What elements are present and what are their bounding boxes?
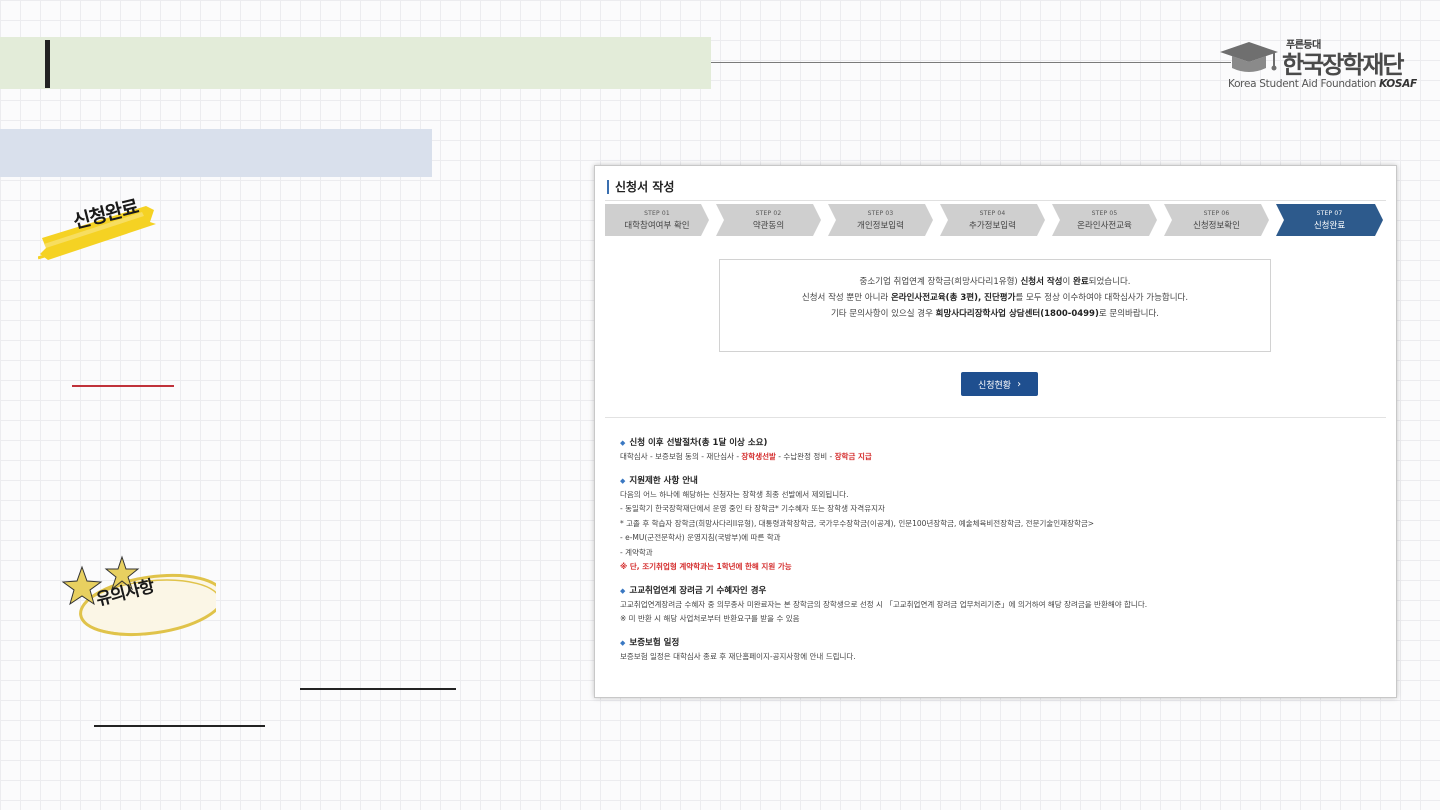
step-5: STEP 05 온라인사전교육: [1052, 204, 1157, 236]
section-line: - 계약학과: [620, 547, 653, 557]
application-status-button[interactable]: 신청현황 ›: [961, 372, 1038, 396]
notice-text: 중소기업 취업연계 장학금(희망사다리1유형): [859, 277, 1021, 287]
section-line: 고교취업연계장려금 수혜자 중 의무종사 미완료자는 본 장학금의 장학생으로 …: [620, 599, 1148, 609]
step-label: 신청완료: [1313, 220, 1346, 231]
step-1: STEP 01 대학참여여부 확인: [605, 204, 709, 236]
text-underline-1: [300, 688, 456, 690]
step-number: STEP 02: [755, 209, 782, 217]
text-underline-2: [94, 725, 265, 727]
step-label: 추가정보입력: [969, 220, 1016, 231]
section-line: 보증보험 일정은 대학심사 종료 후 재단홈페이지-공지사항에 안내 드립니다.: [620, 651, 856, 661]
heading-text: 고교취업연계 장려금 기 수혜자인 경우: [629, 585, 767, 596]
notice-text: 를 모두 정상 이수하여야 대학심사가 가능합니다.: [1015, 293, 1189, 303]
notice-text: 기타 문의사항이 있으실 경우: [830, 309, 936, 319]
slide-title-band: [0, 37, 711, 89]
step-3: STEP 03 개인정보입력: [828, 204, 933, 236]
notice-line-3: 기타 문의사항이 있으실 경우 희망사다리장학사업 상담센터(1800-0499…: [720, 306, 1270, 322]
diamond-bullet-icon: ◆: [620, 476, 626, 485]
page-title: 신청서 작성: [607, 180, 674, 194]
section-heading: ◆ 보증보험 일정: [620, 636, 1380, 650]
step-label: 온라인사전교육: [1077, 220, 1132, 231]
notice-text: 되었습니다.: [1088, 277, 1131, 287]
step-number: STEP 04: [979, 209, 1006, 217]
step-label: 대학참여여부 확인: [624, 220, 690, 231]
section-line: * 고졸 후 학습자 장학금(희망사다리II유형), 대통령과학장학금, 국가우…: [620, 518, 1095, 528]
step-4: STEP 04 추가정보입력: [940, 204, 1045, 236]
section-line: 대학심사 - 보증보험 동의 - 재단심사 - 장학생선발 - 수납완정 정비 …: [620, 450, 1380, 465]
notice-text: 신청서 작성 뿐만 아니라: [801, 293, 891, 303]
diamond-bullet-icon: ◆: [620, 439, 626, 447]
section-restrictions: ◆ 지원제한 사항 안내 다음의 어느 하나에 해당하는 신청자는 장학생 최종 …: [620, 474, 1380, 575]
diamond-bullet-icon: ◆: [620, 638, 626, 647]
section-line: - e-MU(군전문학사) 운영지침(국방부)에 따른 학과: [620, 533, 781, 542]
section-selection-process: ◆ 신청 이후 선발절차(총 1달 이상 소요) 대학심사 - 보증보험 동의 -…: [620, 436, 1380, 465]
step-2: STEP 02 약관동의: [716, 204, 821, 236]
section-heading: ◆ 지원제한 사항 안내: [620, 474, 1380, 488]
step-number: STEP 07: [1316, 209, 1343, 217]
section-prior-recipient: ◆ 고교취업연계 장려금 기 수혜자인 경우 고교취업연계장려금 수혜자 중 의무…: [620, 584, 1380, 627]
logo-abbr: KOSAF: [1379, 78, 1417, 90]
chevron-right-icon: ›: [1017, 378, 1022, 390]
notice-bold: 온라인사전교육(총 3편), 진단평가: [890, 293, 1016, 303]
notice-line-2: 신청서 작성 뿐만 아니라 온라인사전교육(총 3편), 진단평가를 모두 정상…: [720, 290, 1270, 306]
section-heading: ◆ 고교취업연계 장려금 기 수혜자인 경우: [620, 584, 1380, 598]
step-number: STEP 03: [867, 209, 894, 217]
logo-english: Korea Student Aid Foundation KOSAF: [1228, 78, 1417, 90]
notice-bold: 완료: [1073, 277, 1089, 287]
step-progress: STEP 01 대학참여여부 확인 STEP 02 약관동의 STEP 03 개…: [605, 204, 1385, 236]
notice-text: 로 문의바랍니다.: [1098, 309, 1160, 319]
section-guarantee-insurance: ◆ 보증보험 일정 보증보험 일정은 대학심사 종료 후 재단홈페이지-공지사항에…: [620, 636, 1380, 665]
line-text: - 수납완정 정비 -: [775, 452, 835, 461]
step-label: 개인정보입력: [857, 220, 904, 231]
section-warning-line: ※ 단, 조기취업형 계약학과는 1학년에 한해 지원 가능: [620, 562, 792, 571]
highlight-text: 장학생선발: [741, 452, 776, 461]
heading-text: 지원제한 사항 안내: [629, 475, 698, 486]
section-line: - 동일학기 한국장학재단에서 운영 중인 타 장학금* 기수혜자 또는 장학생…: [620, 504, 885, 513]
slide-title-marker: [45, 40, 50, 88]
notice-bold: 희망사다리장학사업 상담센터(1800-0499): [935, 309, 1099, 319]
application-screenshot: 신청서 작성 STEP 01 대학참여여부 확인 STEP 02 약관동의 ST…: [594, 165, 1397, 698]
completion-notice: 중소기업 취업연계 장학금(희망사다리1유형) 신청서 작성이 완료되었습니다.…: [719, 259, 1271, 352]
info-sections: ◆ 신청 이후 선발절차(총 1달 이상 소요) 대학심사 - 보증보험 동의 -…: [620, 436, 1380, 673]
line-text: 대학심사 - 보증보험 동의 - 재단심사 -: [620, 452, 742, 461]
red-underline: [72, 385, 174, 387]
status-button-label: 신청현황: [977, 380, 1012, 391]
step-label: 약관동의: [752, 220, 785, 231]
logo-foundation: Korea Student Aid Foundation: [1228, 78, 1377, 90]
heading-text: 보증보험 일정: [629, 637, 680, 648]
step-7-current: STEP 07 신청완료: [1276, 204, 1383, 236]
logo-name: 한국장학재단: [1282, 51, 1404, 79]
highlight-text: 장학금 지급: [834, 452, 872, 461]
step-label: 신청정보확인: [1193, 220, 1240, 231]
step-number: STEP 06: [1203, 209, 1230, 217]
section-line: ※ 미 반환 시 해당 사업처로부터 반환요구를 받을 수 있음: [620, 614, 800, 623]
slide-title-rule: [711, 62, 1231, 63]
section-divider: [605, 417, 1386, 418]
title-rule: [605, 200, 1386, 201]
notice-line-1: 중소기업 취업연계 장학금(희망사다리1유형) 신청서 작성이 완료되었습니다.: [720, 274, 1270, 290]
slide-subtitle-band: [0, 129, 432, 177]
section-line: 다음의 어느 하나에 해당하는 신청자는 장학생 최종 선발에서 제외됩니다.: [620, 489, 849, 499]
section-heading: ◆ 신청 이후 선발절차(총 1달 이상 소요): [620, 436, 1380, 450]
graduation-cap-icon: [1220, 42, 1278, 72]
notice-bold: 신청서 작성: [1020, 277, 1063, 287]
step-number: STEP 05: [1091, 209, 1118, 217]
step-number: STEP 01: [644, 209, 670, 217]
step-6: STEP 06 신청정보확인: [1164, 204, 1269, 236]
heading-text: 신청 이후 선발절차(총 1달 이상 소요): [629, 438, 768, 448]
diamond-bullet-icon: ◆: [620, 586, 626, 595]
notice-text: 이: [1062, 277, 1074, 287]
kosaf-logo: 푸른등대 한국장학재단 Korea Student Aid Foundation…: [1216, 36, 1417, 92]
